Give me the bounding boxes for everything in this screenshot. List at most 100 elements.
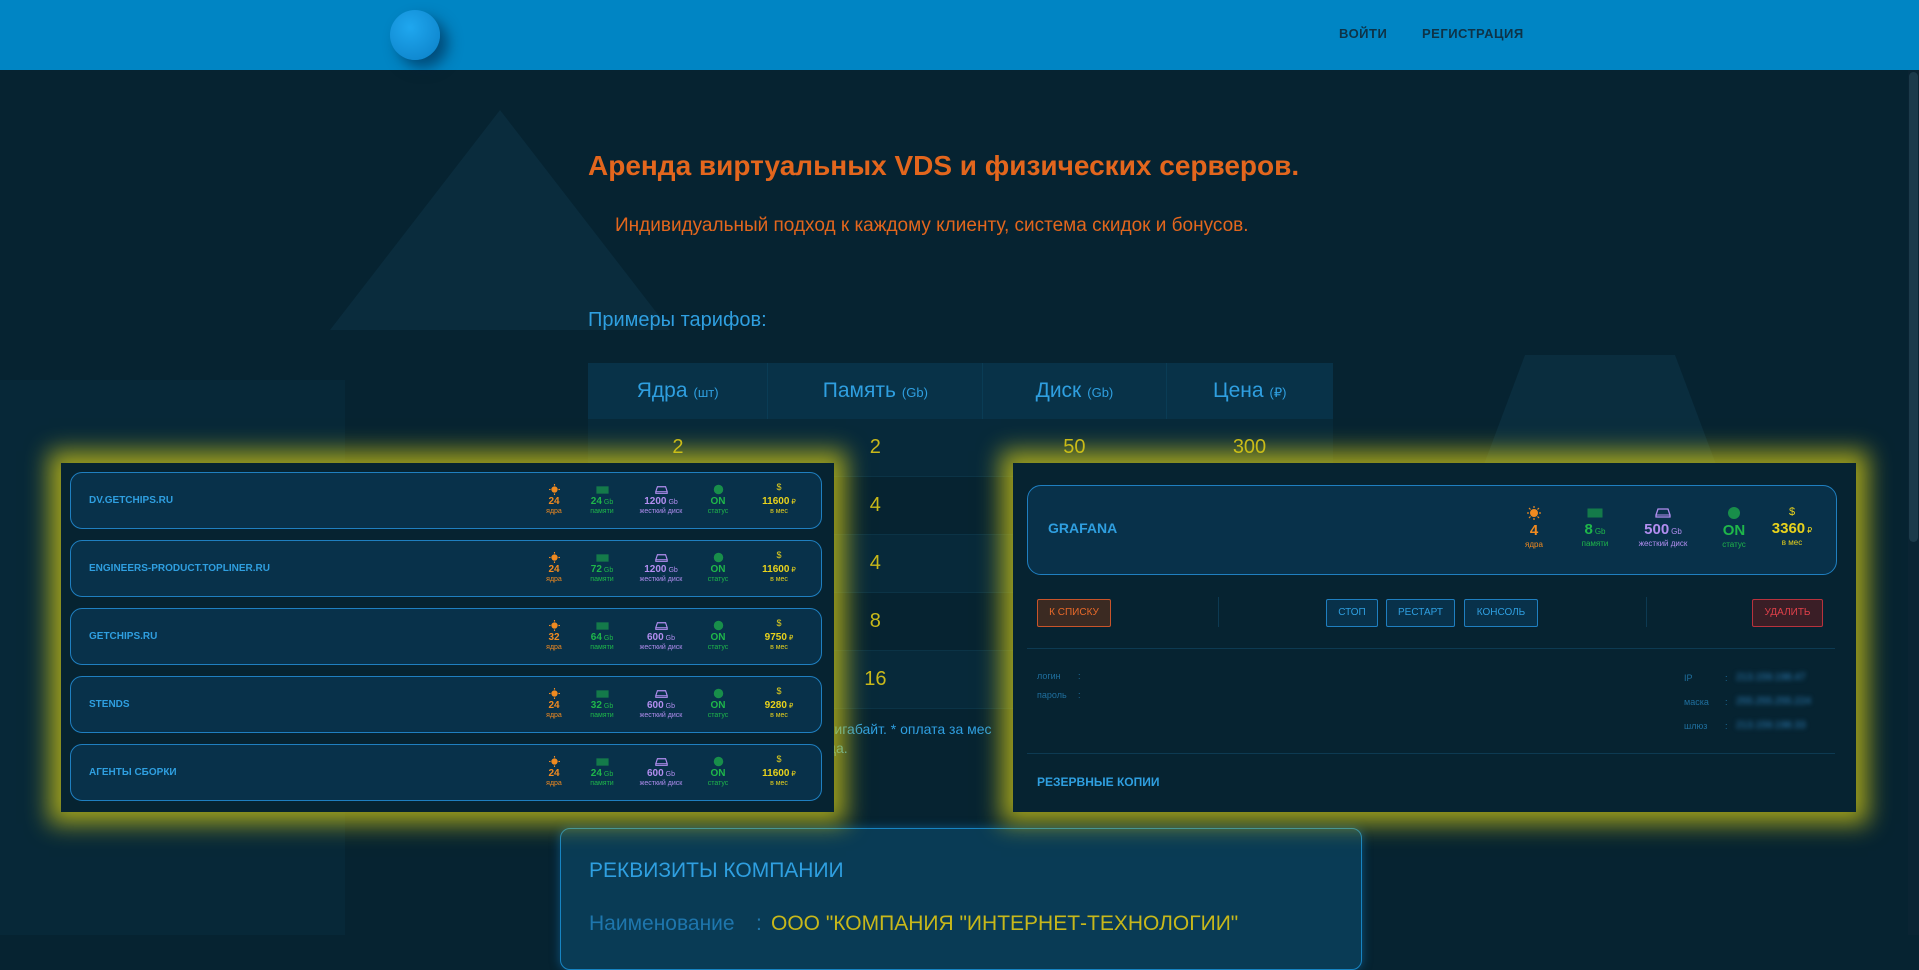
status-caption: статус	[707, 644, 729, 651]
hard-drive-icon	[631, 618, 691, 630]
console-button[interactable]: КОНСОЛЬ	[1464, 599, 1538, 627]
nav-login-link[interactable]: ВОЙТИ	[1339, 26, 1387, 41]
unit: Gb	[603, 499, 614, 506]
dollar-icon: $	[776, 482, 782, 492]
back-to-list-button[interactable]: К СПИСКУ	[1037, 599, 1111, 627]
memory-icon	[1587, 508, 1603, 518]
server-name: GRAFANA	[1048, 520, 1118, 536]
hard-drive-icon	[631, 482, 691, 494]
cpu-icon	[1527, 506, 1541, 520]
memory-spec: 64 Gb памяти	[582, 618, 622, 651]
stop-button[interactable]: СТОП	[1326, 599, 1378, 627]
disk-caption: жесткий диск	[1638, 539, 1688, 548]
memory-value: 8	[1584, 521, 1593, 538]
cores-spec: 32 ядра	[536, 618, 572, 651]
cores-caption: ядра	[546, 508, 562, 515]
status-indicator-icon	[700, 482, 736, 495]
disk-caption: жесткий диск	[639, 508, 683, 515]
status-value: ON	[1722, 522, 1746, 539]
dollar-icon: $	[1788, 506, 1796, 518]
divider	[1027, 648, 1835, 649]
scrollbar-thumb[interactable]	[1909, 72, 1918, 542]
server-row[interactable]: DV.GETCHIPS.RU 24 ядра 24 Gb памяти 1200 Gb жест…	[70, 472, 822, 529]
unit: Gb	[603, 635, 614, 642]
restart-button[interactable]: РЕСТАРТ	[1386, 599, 1455, 627]
separator: :	[1078, 690, 1081, 700]
disk-value: 1200	[644, 564, 667, 575]
backups-section-title[interactable]: РЕЗЕРВНЫЕ КОПИИ	[1037, 775, 1159, 789]
server-row[interactable]: ENGINEERS-PRODUCT.TOPLINER.RU 24 ядра 72 Gb п…	[70, 540, 822, 597]
status-value: ON	[710, 496, 726, 507]
disk-spec: 600 Gb жесткий диск	[631, 618, 691, 651]
cores-value: 24	[548, 564, 560, 575]
server-row[interactable]: STENDS 24 ядра 32 Gb памяти 600 Gb жесткий диск O…	[70, 676, 822, 733]
memory-caption: памяти	[590, 780, 614, 787]
gateway-value: 213.159.198.33	[1736, 720, 1806, 731]
memory-caption: памяти	[1581, 539, 1609, 548]
unit: Gb	[668, 567, 678, 574]
memory-caption: памяти	[590, 712, 614, 719]
cores-spec: 24 ядра	[536, 686, 572, 719]
server-name: ENGINEERS-PRODUCT.TOPLINER.RU	[89, 563, 270, 574]
status-caption: статус	[707, 508, 729, 515]
disk-caption: жесткий диск	[639, 576, 683, 583]
server-list-panel: DV.GETCHIPS.RU 24 ядра 24 Gb памяти 1200 Gb жест…	[61, 463, 834, 812]
price-value: 11600	[762, 768, 790, 779]
price-spec: $9750 ₽ в мес	[754, 618, 804, 651]
cores-caption: ядра	[1525, 540, 1543, 549]
unit: Gb	[603, 703, 614, 710]
mask-value: 255.255.255.224	[1736, 696, 1812, 707]
status-indicator-icon	[700, 550, 736, 563]
status-spec: ON статус	[1716, 506, 1752, 549]
ip-label: IP	[1684, 673, 1693, 683]
company-details-card: РЕКВИЗИТЫ КОМПАНИИ Наименование : ООО "К…	[560, 828, 1362, 970]
memory-caption: памяти	[590, 576, 614, 583]
status-spec: ON статус	[700, 686, 736, 719]
price-caption: в мес	[770, 644, 788, 651]
memory-spec: 8 Gb памяти	[1575, 506, 1615, 548]
memory-caption: памяти	[590, 508, 614, 515]
cores-value: 4	[1529, 522, 1539, 539]
memory-spec: 72 Gb памяти	[582, 550, 622, 583]
price-caption: в мес	[770, 576, 788, 583]
tariffs-heading: Примеры тарифов:	[588, 309, 767, 331]
server-name: DV.GETCHIPS.RU	[89, 495, 174, 506]
hard-drive-icon	[631, 754, 691, 766]
memory-value: 64	[590, 632, 602, 643]
unit: Gb	[668, 499, 678, 506]
unit: Gb	[603, 567, 614, 574]
password-label: пароль	[1037, 690, 1067, 700]
gateway-label: шлюз	[1684, 721, 1708, 731]
cores-spec: 24 ядра	[536, 754, 572, 787]
unit: Gb	[665, 703, 676, 710]
server-row[interactable]: GETCHIPS.RU 32 ядра 64 Gb памяти 600 Gb жесткий …	[70, 608, 822, 665]
nav-register-link[interactable]: РЕГИСТРАЦИЯ	[1422, 26, 1524, 41]
status-value: ON	[710, 632, 726, 643]
tariffs-header-row: Ядра (шт) Память (Gb) Диск (Gb) Цена (₽)	[588, 363, 1333, 419]
logo[interactable]	[390, 10, 440, 60]
price-spec: $11600 ₽ в мес	[754, 550, 804, 583]
memory-spec: 24 Gb памяти	[582, 754, 622, 787]
memory-spec: 24 Gb памяти	[582, 482, 622, 515]
memory-icon	[582, 550, 622, 562]
status-indicator-icon	[700, 618, 736, 631]
unit: ₽	[788, 635, 794, 642]
price-spec: $9280 ₽ в мес	[754, 686, 804, 719]
status-caption: статус	[707, 712, 729, 719]
price-caption: в мес	[770, 508, 788, 515]
server-row[interactable]: АГЕНТЫ СБОРКИ 24 ядра 24 Gb памяти 600 Gb жестки…	[70, 744, 822, 801]
disk-value: 600	[646, 768, 664, 779]
disk-spec: 1200 Gb жесткий диск	[631, 550, 691, 583]
ip-value: 213.159.198.47	[1736, 672, 1806, 683]
cores-value: 24	[548, 496, 560, 507]
mask-label: маска	[1684, 697, 1709, 707]
unit: Gb	[1671, 527, 1682, 536]
cores-spec: 24 ядра	[536, 550, 572, 583]
dollar-icon: $	[776, 686, 782, 696]
price-value: 3360	[1771, 520, 1806, 537]
cores-value: 24	[548, 768, 560, 779]
delete-button[interactable]: УДАЛИТЬ	[1752, 599, 1823, 627]
price-caption: в мес	[770, 780, 788, 787]
unit: Gb	[665, 771, 676, 778]
memory-icon	[582, 618, 622, 630]
